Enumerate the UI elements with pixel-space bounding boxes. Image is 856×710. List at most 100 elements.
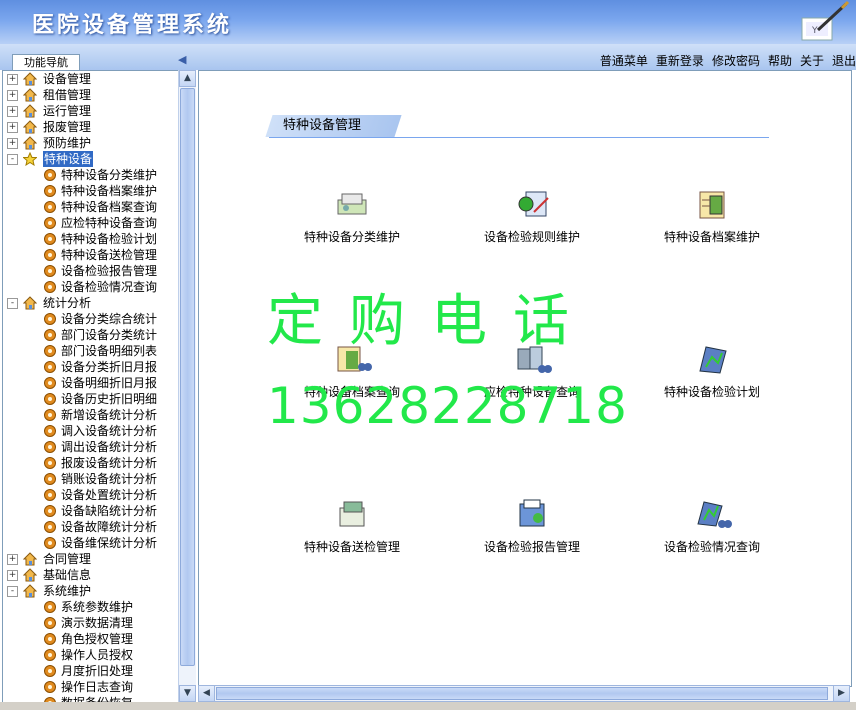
- collapse-icon[interactable]: -: [7, 154, 18, 165]
- tree-item[interactable]: + 合同管理: [3, 551, 179, 567]
- tree-item[interactable]: 演示数据清理: [3, 615, 179, 631]
- panel-tab-nav[interactable]: 功能导航: [12, 54, 80, 71]
- expand-icon[interactable]: +: [7, 74, 18, 85]
- tree-item[interactable]: 新增设备统计分析: [3, 407, 179, 423]
- tile-report-manage[interactable]: 设备检验报告管理: [447, 496, 617, 566]
- tree-item[interactable]: 操作日志查询: [3, 679, 179, 695]
- tree-item[interactable]: 特种设备档案查询: [3, 199, 179, 215]
- tile-inspection-status[interactable]: 设备检验情况查询: [627, 496, 797, 566]
- tree-item-label: 演示数据清理: [61, 616, 134, 630]
- link-exit[interactable]: 退出: [832, 54, 856, 68]
- tree-item[interactable]: 销账设备统计分析: [3, 471, 179, 487]
- tree-item[interactable]: 设备处置统计分析: [3, 487, 179, 503]
- tree-item[interactable]: 设备维保统计分析: [3, 535, 179, 551]
- tree-item[interactable]: 设备缺陷统计分析: [3, 503, 179, 519]
- tree-item[interactable]: 特种设备档案维护: [3, 183, 179, 199]
- tile-send-inspection[interactable]: 特种设备送检管理: [267, 496, 437, 566]
- scroll-up-icon[interactable]: ▲: [179, 70, 196, 87]
- tree-item[interactable]: - 系统维护: [3, 583, 179, 599]
- link-relogin[interactable]: 重新登录: [656, 54, 704, 68]
- tree-item[interactable]: 设备分类折旧月报: [3, 359, 179, 375]
- expand-icon[interactable]: +: [7, 106, 18, 117]
- main-horizontal-scrollbar[interactable]: ◀ ▶: [198, 685, 850, 702]
- tree-item[interactable]: 调出设备统计分析: [3, 439, 179, 455]
- tree-item-label: 系统维护: [43, 584, 92, 598]
- tree-item[interactable]: + 设备管理: [3, 71, 179, 87]
- expand-icon[interactable]: +: [7, 570, 18, 581]
- watermark-phone-label: 定购电话: [267, 289, 595, 354]
- gear-icon: [43, 280, 57, 294]
- tree-item[interactable]: 应检特种设备查询: [3, 215, 179, 231]
- tile-category-maintain[interactable]: 特种设备分类维护: [267, 186, 437, 256]
- gear-icon: [43, 376, 57, 390]
- tree-item-label: 设备分类综合统计: [61, 312, 158, 326]
- tree-item-label: 部门设备明细列表: [61, 344, 158, 358]
- tree-item-label: 设备维保统计分析: [61, 536, 158, 550]
- tree-item[interactable]: + 租借管理: [3, 87, 179, 103]
- expand-icon[interactable]: +: [7, 122, 18, 133]
- tree-item[interactable]: 设备检验情况查询: [3, 279, 179, 295]
- collapse-panel-icon[interactable]: ◀: [178, 53, 186, 66]
- link-about[interactable]: 关于: [800, 54, 824, 68]
- gear-icon: [43, 472, 57, 486]
- expand-icon[interactable]: +: [7, 554, 18, 565]
- tree-item[interactable]: 设备分类综合统计: [3, 311, 179, 327]
- tile-label: 设备检验报告管理: [483, 540, 580, 554]
- gear-icon: [43, 392, 57, 406]
- tree-item-label: 设备处置统计分析: [61, 488, 158, 502]
- tile-inspection-plan[interactable]: 特种设备检验计划: [627, 341, 797, 411]
- tree-item-label: 设备管理: [43, 72, 92, 86]
- tree-item[interactable]: 特种设备送检管理: [3, 247, 179, 263]
- gear-icon: [43, 440, 57, 454]
- tree-item[interactable]: 报废设备统计分析: [3, 455, 179, 471]
- tree-item[interactable]: - 统计分析: [3, 295, 179, 311]
- tree-item[interactable]: 部门设备明细列表: [3, 343, 179, 359]
- tree-item[interactable]: 系统参数维护: [3, 599, 179, 615]
- tree-item[interactable]: + 运行管理: [3, 103, 179, 119]
- gear-icon: [43, 168, 57, 182]
- tree-item[interactable]: + 报废管理: [3, 119, 179, 135]
- house-icon: [22, 104, 38, 118]
- tree-item[interactable]: 特种设备分类维护: [3, 167, 179, 183]
- tree-item[interactable]: + 基础信息: [3, 567, 179, 583]
- link-change-password[interactable]: 修改密码: [712, 54, 760, 68]
- scroll-thumb[interactable]: [180, 88, 195, 666]
- tile-inspection-rules[interactable]: 设备检验规则维护: [447, 186, 617, 256]
- tree-item[interactable]: 角色授权管理: [3, 631, 179, 647]
- expand-icon[interactable]: +: [7, 90, 18, 101]
- tile-label: 设备检验规则维护: [483, 230, 580, 244]
- tree-item[interactable]: + 预防维护: [3, 135, 179, 151]
- tree-item-label: 报废管理: [43, 120, 92, 134]
- collapse-icon[interactable]: -: [7, 586, 18, 597]
- expand-icon[interactable]: +: [7, 138, 18, 149]
- tile-archive-maintain[interactable]: 特种设备档案维护: [627, 186, 797, 256]
- tree-item[interactable]: 部门设备分类统计: [3, 327, 179, 343]
- scroll-left-icon[interactable]: ◀: [198, 685, 215, 702]
- section-title: 特种设备管理: [265, 115, 402, 137]
- logo-icon: Y: [798, 0, 850, 44]
- link-help[interactable]: 帮助: [768, 54, 792, 68]
- tree-item-label: 部门设备分类统计: [61, 328, 158, 342]
- house-icon: [22, 88, 38, 102]
- tree-item[interactable]: 月度折旧处理: [3, 663, 179, 679]
- gear-icon: [43, 664, 57, 678]
- app-title: 医院设备管理系统: [32, 12, 233, 38]
- tree-item[interactable]: 操作人员授权: [3, 647, 179, 663]
- gear-icon: [43, 360, 57, 374]
- link-normal-menu[interactable]: 普通菜单: [600, 54, 648, 68]
- scroll-right-icon[interactable]: ▶: [833, 685, 850, 702]
- tree-item[interactable]: - 特种设备: [3, 151, 179, 167]
- tree-item-label: 新增设备统计分析: [61, 408, 158, 422]
- collapse-icon[interactable]: -: [7, 298, 18, 309]
- sidebar-scrollbar[interactable]: ▲ ▼: [178, 70, 196, 702]
- horizontal-scroll-thumb[interactable]: [216, 687, 828, 700]
- tree-item[interactable]: 设备故障统计分析: [3, 519, 179, 535]
- tree-item[interactable]: 设备明细折旧月报: [3, 375, 179, 391]
- house-icon: [22, 120, 38, 134]
- app-header: 医院设备管理系统 Y: [0, 0, 856, 44]
- scroll-down-icon[interactable]: ▼: [179, 685, 196, 702]
- tree-item[interactable]: 调入设备统计分析: [3, 423, 179, 439]
- tree-item[interactable]: 设备历史折旧明细: [3, 391, 179, 407]
- tree-item[interactable]: 设备检验报告管理: [3, 263, 179, 279]
- tree-item[interactable]: 特种设备检验计划: [3, 231, 179, 247]
